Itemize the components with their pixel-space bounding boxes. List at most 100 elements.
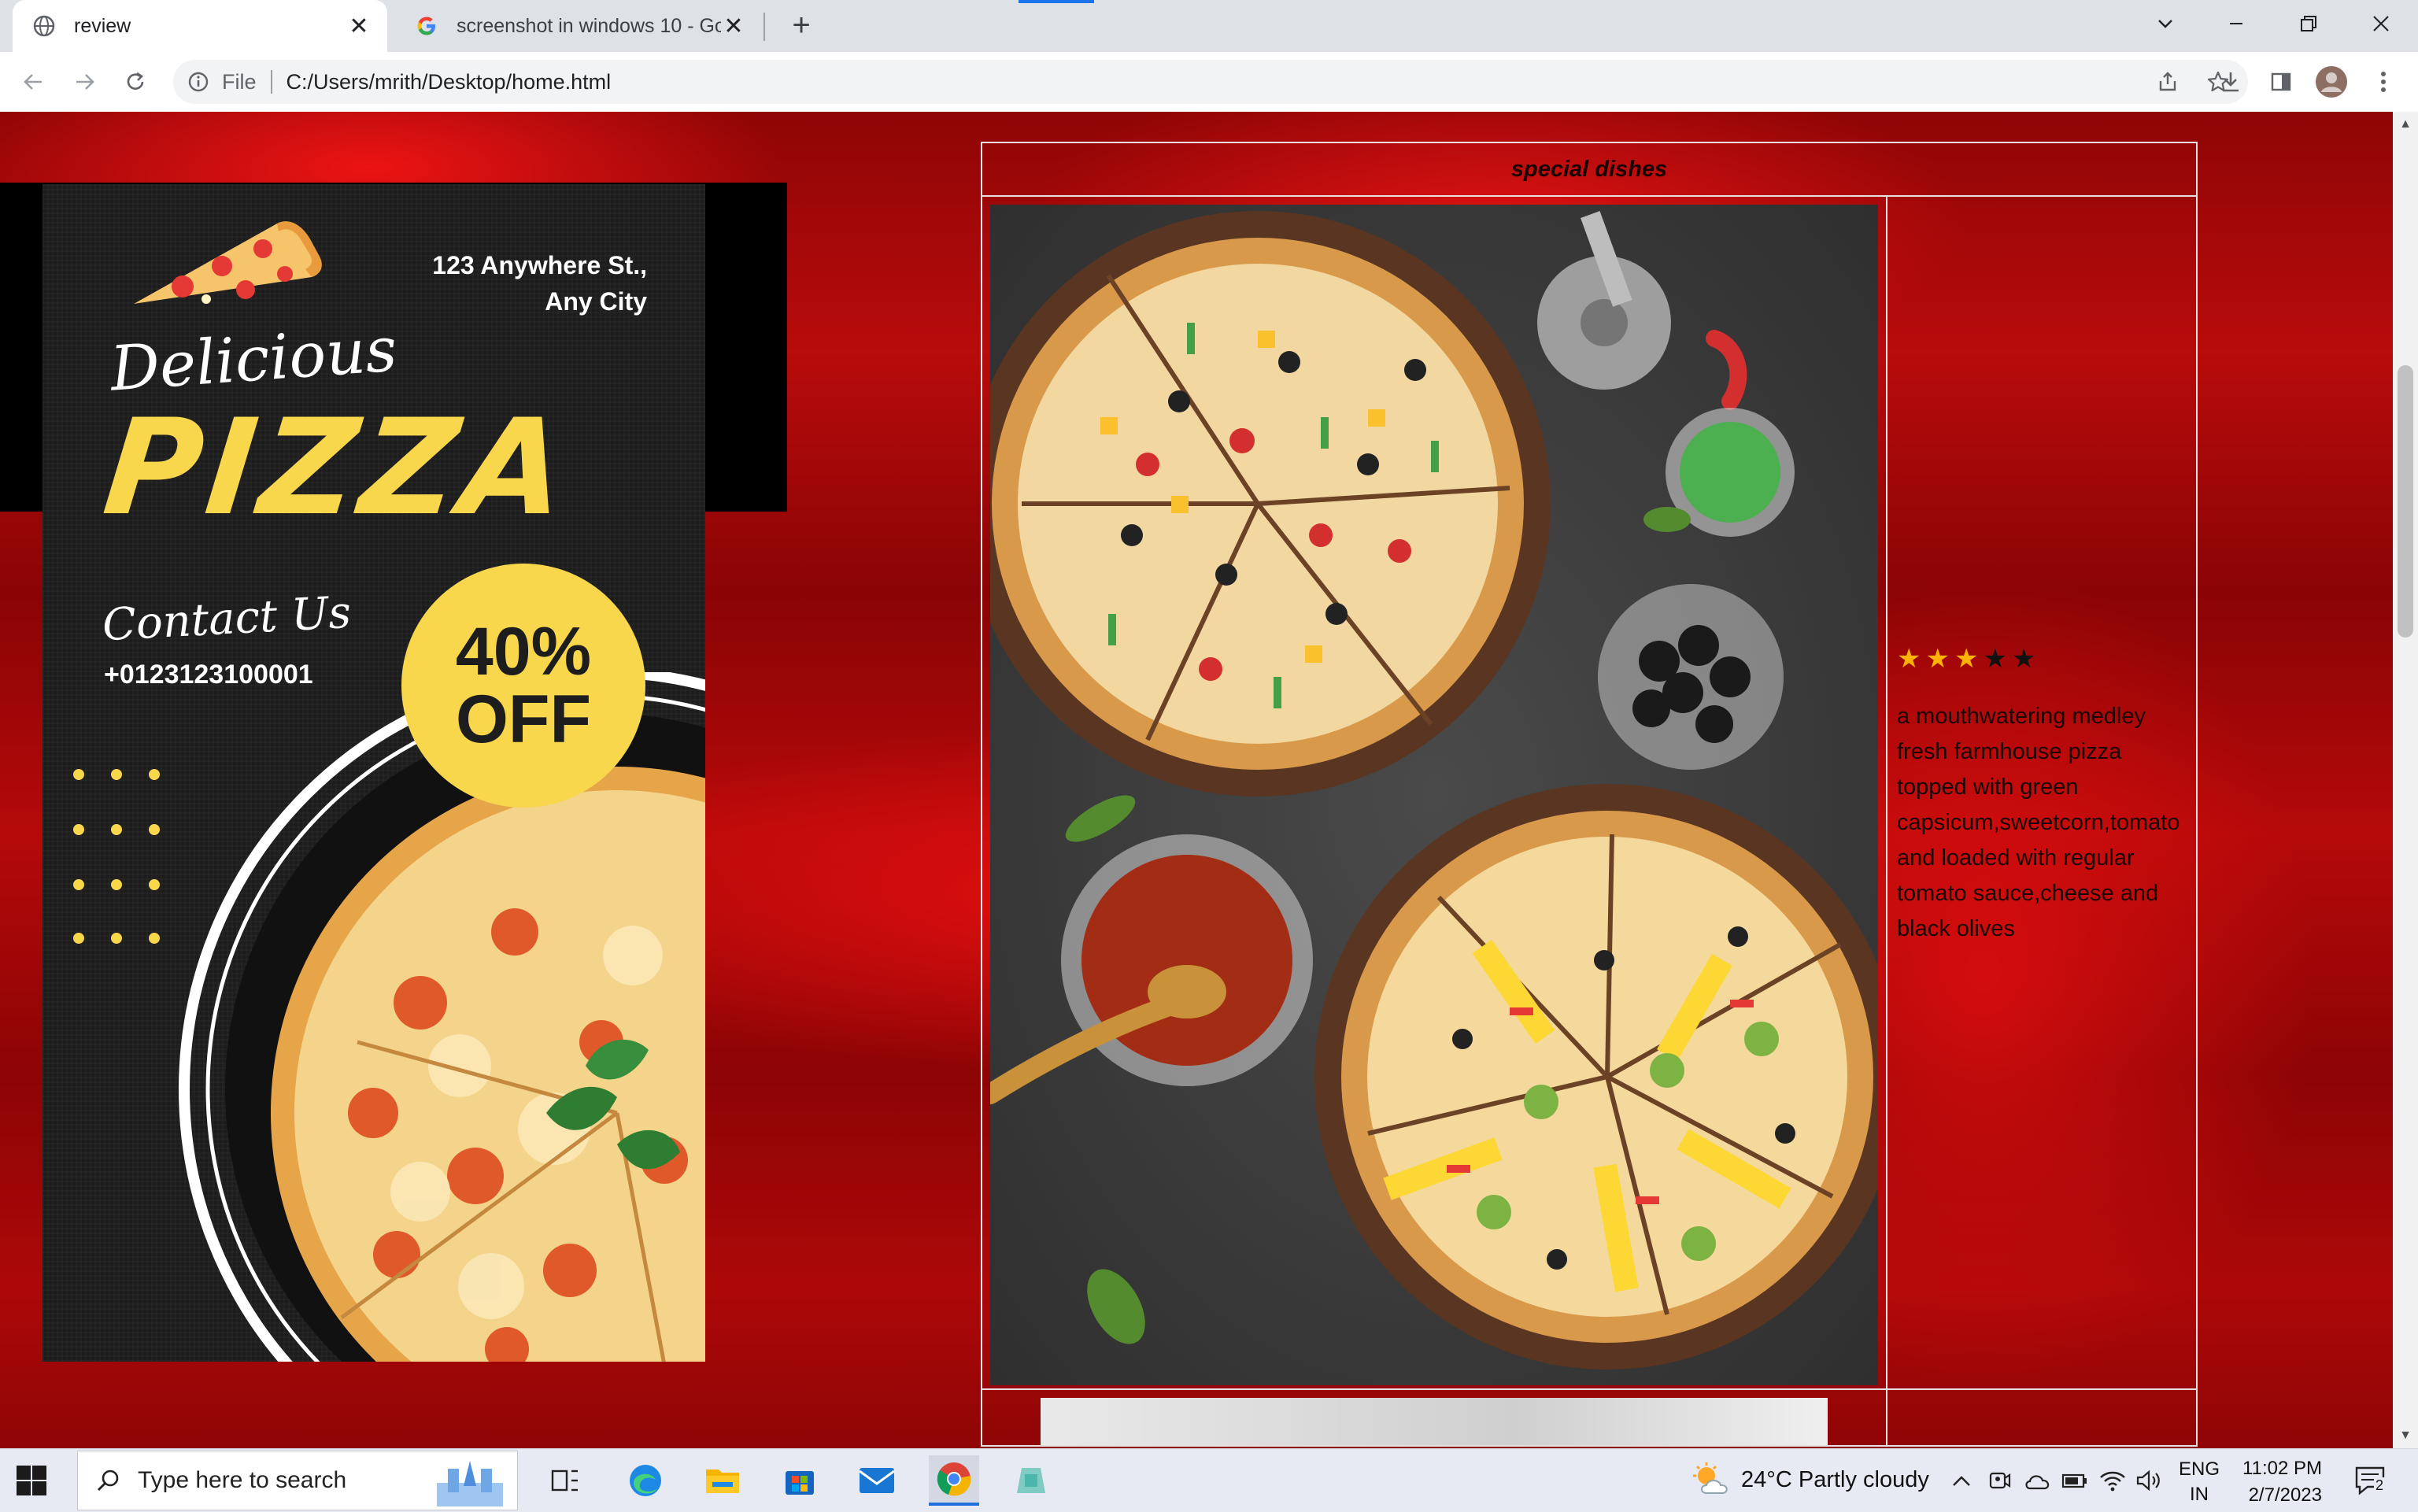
notification-center-icon[interactable]: 2 <box>2353 1465 2390 1496</box>
discount-badge: 40% OFF <box>401 564 645 808</box>
download-button[interactable] <box>2212 63 2250 101</box>
menu-button[interactable] <box>2364 63 2402 101</box>
tab-title: screenshot in windows 10 - Goog <box>457 14 721 37</box>
search-icon <box>94 1466 122 1495</box>
pizza-slice-icon <box>134 221 322 304</box>
tab-divider <box>763 13 765 41</box>
dish-image-cell <box>982 197 1887 1388</box>
dish-photo <box>990 205 1878 1385</box>
edge-browser-icon[interactable] <box>620 1455 671 1506</box>
back-button[interactable] <box>14 63 52 101</box>
globe-icon <box>31 13 57 39</box>
table-row: ★ ★ ★ ★ ★ a mouthwatering medley fresh f… <box>982 197 2196 1390</box>
file-explorer-icon[interactable] <box>697 1455 748 1506</box>
dish-description: a mouthwatering medley fresh farmhouse p… <box>1897 704 2180 941</box>
clock-time: 11:02 PM <box>2242 1458 2322 1479</box>
tab-title: review <box>74 14 131 37</box>
star-filled-icon: ★ <box>1925 644 1950 674</box>
info-icon[interactable] <box>184 68 213 96</box>
address-line-2: Any City <box>545 287 647 316</box>
more-vert-icon <box>2381 72 2386 92</box>
search-highlight-icon <box>437 1461 503 1506</box>
windows-start-icon[interactable] <box>16 1465 47 1496</box>
search-placeholder: Type here to search <box>138 1467 347 1493</box>
app-icon[interactable] <box>1006 1455 1056 1506</box>
address-line-1: 123 Anywhere St., <box>432 251 647 279</box>
restore-button[interactable] <box>2273 0 2344 47</box>
taskbar-search-box[interactable]: Type here to search <box>77 1451 518 1510</box>
tab-review[interactable]: review ✕ <box>13 0 387 52</box>
tab-search-button[interactable] <box>2130 0 2201 47</box>
battery-icon[interactable] <box>2061 1465 2089 1496</box>
reload-button[interactable] <box>116 63 154 101</box>
minimize-icon <box>2230 23 2242 24</box>
lang-code: ENG <box>2179 1458 2220 1480</box>
system-clock[interactable]: 11:02 PM 2/7/2023 <box>2235 1455 2322 1509</box>
scheme-label: File <box>222 69 257 94</box>
partly-cloudy-icon <box>1693 1462 1728 1494</box>
close-icon <box>2373 16 2389 31</box>
browser-toolbar: File C:/Users/mrith/Desktop/home.html <box>0 52 2418 113</box>
discount-label: OFF <box>456 682 591 757</box>
address-bar[interactable]: File C:/Users/mrith/Desktop/home.html <box>173 60 2248 104</box>
input-language-indicator[interactable]: ENG IN <box>2179 1457 2220 1507</box>
scroll-down-arrow-icon[interactable]: ▼ <box>2393 1426 2418 1445</box>
address-divider <box>270 70 272 94</box>
side-panel-button[interactable] <box>2262 63 2300 101</box>
dish-photo-partial <box>1041 1398 1828 1445</box>
clock-date: 2/7/2023 <box>2248 1484 2322 1506</box>
dish-details-cell: ★ ★ ★ ★ ★ a mouthwatering medley fresh f… <box>1887 197 2196 1388</box>
microsoft-store-icon[interactable] <box>775 1455 825 1506</box>
page-scrollbar[interactable]: ▲ ▼ <box>2393 112 2418 1448</box>
lang-region: IN <box>2190 1484 2209 1505</box>
reload-icon <box>127 72 144 90</box>
url-text[interactable]: C:/Users/mrith/Desktop/home.html <box>287 70 612 94</box>
avatar <box>2316 66 2347 98</box>
side-panel-icon <box>2271 72 2291 91</box>
poster-headline: PIZZA <box>97 390 578 545</box>
rating-stars: ★ ★ ★ ★ ★ <box>1897 645 2035 672</box>
download-icon <box>2223 72 2239 92</box>
pizza-poster: 123 Anywhere St., Any City Delicious PIZ… <box>43 184 705 1362</box>
windows-taskbar: Type here to search 24°C Partly cloudy E… <box>0 1448 2418 1512</box>
discount-percent: 40% <box>455 614 592 689</box>
close-tab-icon[interactable]: ✕ <box>721 13 746 39</box>
chrome-browser-icon[interactable] <box>929 1455 979 1506</box>
scroll-up-arrow-icon[interactable]: ▲ <box>2393 115 2418 134</box>
tab-google-search[interactable]: screenshot in windows 10 - Goog ✕ <box>395 0 762 52</box>
notification-count-badge: 2 <box>2374 1477 2386 1494</box>
dish-image-cell <box>982 1390 1887 1445</box>
poster-contact-label: Contact Us <box>101 586 353 652</box>
close-tab-icon[interactable]: ✕ <box>346 13 372 39</box>
star-empty-icon: ★ <box>1983 644 2007 674</box>
minimize-button[interactable] <box>2201 0 2272 47</box>
share-icon[interactable] <box>2152 66 2183 98</box>
google-icon <box>414 13 439 39</box>
star-empty-icon: ★ <box>2011 644 2036 674</box>
tab-strip: review ✕ screenshot in windows 10 - Goog… <box>0 0 2418 52</box>
scrollbar-thumb[interactable] <box>2398 365 2413 638</box>
forward-arrow-icon <box>76 74 94 90</box>
back-arrow-icon <box>24 74 42 90</box>
onedrive-cloud-icon[interactable] <box>2023 1465 2051 1496</box>
table-header: special dishes <box>982 143 2196 197</box>
restore-icon <box>2301 16 2316 31</box>
weather-text: 24°C Partly cloudy <box>1741 1466 1929 1492</box>
poster-address: 123 Anywhere St., Any City <box>432 247 647 320</box>
show-hidden-icons-chevron-up-icon[interactable] <box>1947 1465 1976 1496</box>
new-tab-button[interactable]: + <box>784 8 819 43</box>
profile-button[interactable] <box>2313 63 2350 101</box>
star-filled-icon: ★ <box>1897 644 1921 674</box>
meet-now-icon[interactable] <box>1985 1465 2013 1496</box>
chevron-down-icon <box>2158 20 2172 28</box>
wifi-icon[interactable] <box>2098 1465 2127 1496</box>
dish-details-cell <box>1887 1390 2196 1445</box>
tab-strip-indicator <box>1019 0 1094 3</box>
weather-widget[interactable]: 24°C Partly cloudy <box>1692 1462 1929 1498</box>
mail-icon[interactable] <box>852 1455 902 1506</box>
task-view-icon[interactable] <box>540 1455 590 1506</box>
table-row <box>982 1390 2196 1445</box>
close-window-button[interactable] <box>2346 0 2416 47</box>
forward-button[interactable] <box>66 63 104 101</box>
speaker-volume-icon[interactable] <box>2135 1465 2163 1496</box>
